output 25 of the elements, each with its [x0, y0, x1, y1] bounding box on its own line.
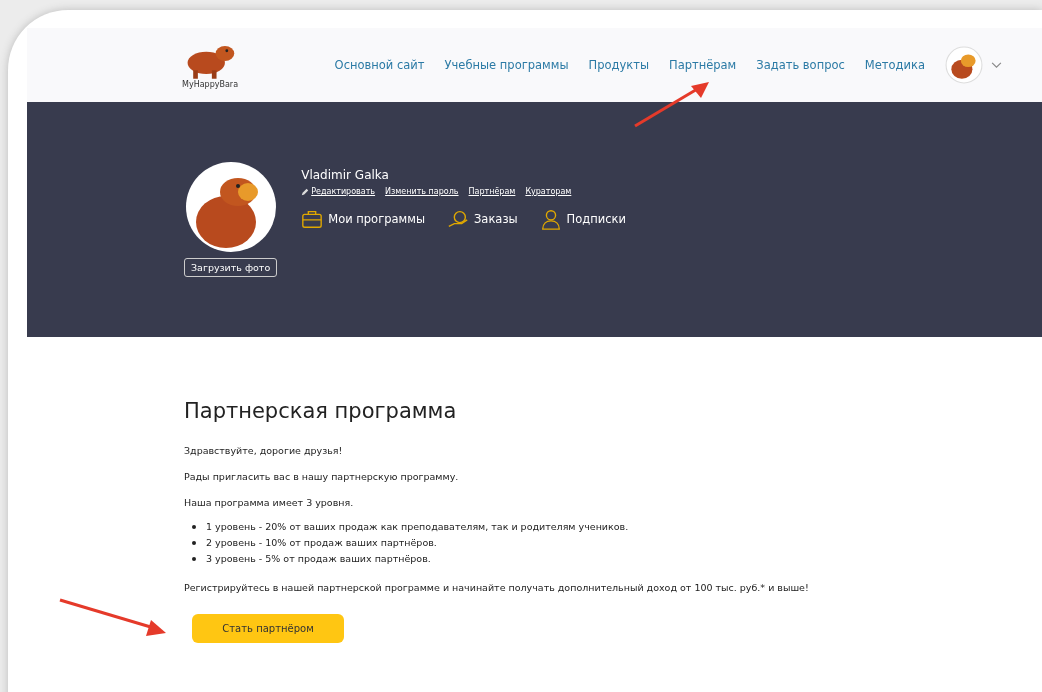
- paragraph: Здравствуйте, дорогие друзья!: [184, 445, 344, 456]
- nav-link[interactable]: Основной сайт: [334, 58, 425, 72]
- profile-link[interactable]: Кураторам: [525, 187, 572, 196]
- nav-link[interactable]: Методика: [864, 58, 925, 72]
- page-title: Партнерская программа: [184, 399, 458, 423]
- list-item: 3 уровень - 5% от продаж ваших партнёров.: [206, 552, 431, 566]
- paragraph: Регистрируйтесь в нашей партнерской программе и начинайте получать дополнительный доход от 100 тыс. руб.* и выше!: [184, 582, 810, 593]
- nav-link[interactable]: Задать вопрос: [756, 58, 845, 72]
- profile-link[interactable]: Изменить пароль: [385, 187, 459, 196]
- nav-link[interactable]: Партнёрам: [669, 58, 737, 72]
- section-link[interactable]: Мои программы: [301, 208, 425, 230]
- upload-photo-button[interactable]: Загрузить фото: [184, 258, 278, 277]
- become-partner-button[interactable]: Стать партнёром: [192, 614, 344, 643]
- section-link[interactable]: Заказы: [447, 208, 518, 230]
- section-link[interactable]: Подписки: [539, 208, 626, 230]
- logo-text: MyHappyBara: [182, 79, 239, 89]
- nav-link[interactable]: Продукты: [588, 58, 649, 72]
- list-item: 2 уровень - 10% от продаж ваших партнёров.: [206, 536, 437, 550]
- user-name: Vladimir Galka: [301, 168, 390, 182]
- paragraph: Наша программа имеет 3 уровня.: [184, 497, 355, 508]
- list-item: 1 уровень - 20% от ваших продаж как преподавателям, так и родителям учеников.: [206, 520, 629, 534]
- profile-link[interactable]: Редактировать: [311, 187, 376, 196]
- paragraph: Рады пригласить вас в нашу партнерскую программу.: [184, 471, 460, 482]
- nav-link[interactable]: Учебные программы: [444, 58, 569, 72]
- profile-link[interactable]: Партнёрам: [468, 187, 516, 196]
